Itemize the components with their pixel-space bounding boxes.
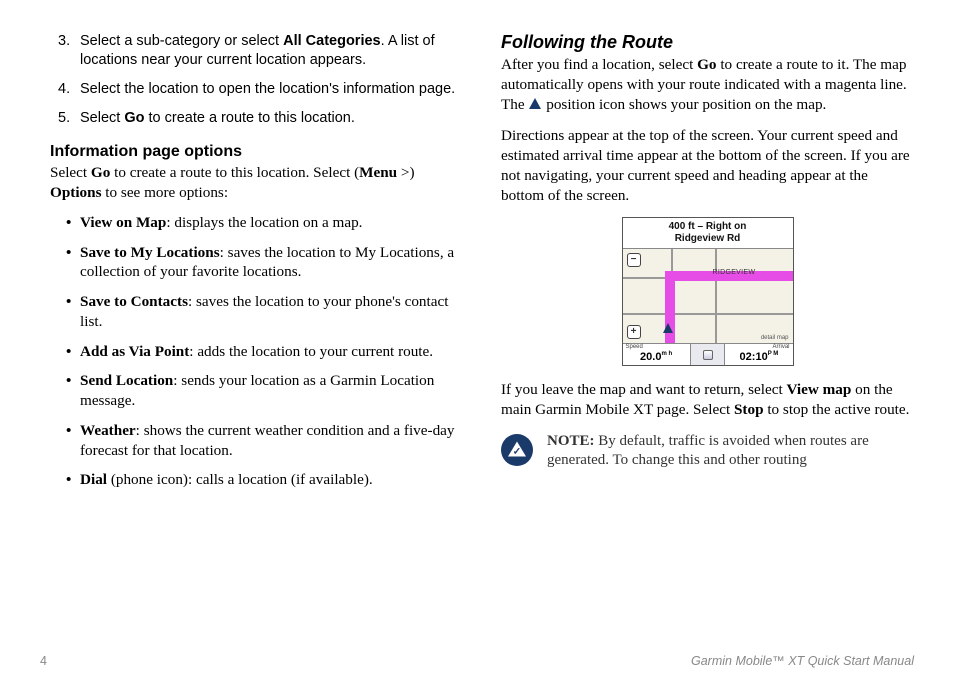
speed-label: Speed [626, 344, 643, 350]
step-5: 5. Select Go to create a route to this l… [58, 109, 463, 128]
opt-t: : shows the current weather condition an… [80, 422, 455, 459]
note-body: By default, traffic is avoided when rout… [547, 433, 869, 469]
map-direction-line2: Ridgeview Rd [625, 233, 791, 245]
v: 20.0 [640, 351, 661, 363]
speed-value: 20.0m h [623, 351, 690, 363]
step-3: 3. Select a sub-category or select All C… [58, 32, 463, 70]
opt-b: Dial [80, 471, 107, 488]
street-label-ridgeview: RIDGEVIEW [713, 269, 756, 276]
t: >) [397, 164, 414, 181]
bold-go: Go [91, 164, 110, 181]
step-text: Select a sub-category or select [80, 33, 283, 49]
road-line [715, 249, 717, 343]
arrival-unit: P M [768, 351, 779, 357]
step-bold: Go [124, 110, 144, 126]
page-content: 3. Select a sub-category or select All C… [0, 0, 954, 654]
steps-list: 3. Select a sub-category or select All C… [50, 32, 463, 127]
page-footer: 4 Garmin Mobile™ XT Quick Start Manual [40, 654, 914, 668]
speed-cell: Speed 20.0m h [623, 344, 691, 365]
step-number: 4. [58, 80, 70, 99]
info-page-options-heading: Information page options [50, 143, 463, 161]
map-figure: 400 ft – Right on Ridgeview Rd RIDGEVIEW… [501, 217, 914, 366]
bold-options: Options [50, 184, 102, 201]
position-marker-icon [663, 323, 673, 333]
t: Select [50, 164, 91, 181]
page-number: 4 [40, 654, 47, 668]
arrival-cell: Arrival 02:10P M [725, 344, 792, 365]
road-line [623, 313, 793, 315]
follow-route-p2: Directions appear at the top of the scre… [501, 126, 914, 205]
following-route-heading: Following the Route [501, 32, 914, 53]
map-canvas: RIDGEVIEW − + detail map [623, 249, 793, 343]
v: 02:10 [740, 351, 768, 363]
left-column: 3. Select a sub-category or select All C… [50, 32, 463, 634]
opt-b: Add as Via Point [80, 343, 189, 360]
step-text-post: to create a route to this location. [144, 110, 354, 126]
speed-unit: m h [661, 351, 672, 357]
bold-view-map: View map [787, 381, 852, 398]
option-save-my-locations: Save to My Locations: saves the location… [66, 243, 463, 283]
opt-b: View on Map [80, 214, 166, 231]
option-send-location: Send Location: sends your location as a … [66, 371, 463, 411]
opt-t: (phone icon): calls a location (if avail… [107, 471, 373, 488]
zoom-in-button[interactable]: + [627, 325, 641, 339]
arrival-value: 02:10P M [725, 351, 792, 363]
option-view-on-map: View on Map: displays the location on a … [66, 213, 463, 233]
map-direction-banner: 400 ft – Right on Ridgeview Rd [623, 218, 793, 249]
map-screenshot: 400 ft – Right on Ridgeview Rd RIDGEVIEW… [622, 217, 794, 366]
route-segment [665, 277, 675, 343]
map-status-bar: Speed 20.0m h Arrival 02:10P M [623, 343, 793, 365]
bold-stop: Stop [734, 401, 764, 418]
map-direction-line1: 400 ft – Right on [625, 221, 791, 233]
t: to see more options: [102, 184, 229, 201]
right-column: Following the Route After you find a loc… [501, 32, 914, 634]
option-add-via-point: Add as Via Point: adds the location to y… [66, 342, 463, 362]
option-weather: Weather: shows the current weather condi… [66, 421, 463, 461]
opt-b: Weather [80, 422, 136, 439]
options-list: View on Map: displays the location on a … [50, 213, 463, 490]
step-number: 5. [58, 109, 70, 128]
note-block: NOTE: By default, traffic is avoided whe… [501, 432, 914, 471]
follow-route-p1: After you find a location, select Go to … [501, 55, 914, 114]
step-text: Select the location to open the location… [80, 81, 455, 97]
position-icon [529, 98, 541, 109]
t: position icon shows your position on the… [542, 96, 826, 113]
opt-t: : displays the location on a map. [166, 214, 362, 231]
arrival-label: Arrival [772, 344, 789, 350]
step-text: Select [80, 110, 124, 126]
follow-route-p3: If you leave the map and want to return,… [501, 380, 914, 420]
bold-menu: Menu [359, 164, 397, 181]
zoom-out-button[interactable]: − [627, 253, 641, 267]
t: to create a route to this location. Sele… [110, 164, 359, 181]
info-intro: Select Go to create a route to this loca… [50, 163, 463, 203]
note-icon [501, 434, 533, 466]
detail-map-label: detail map [761, 335, 789, 341]
bold-go: Go [697, 56, 716, 73]
opt-b: Save to My Locations [80, 244, 220, 261]
opt-b: Send Location [80, 372, 173, 389]
center-button[interactable] [691, 344, 726, 365]
manual-title: Garmin Mobile™ XT Quick Start Manual [691, 654, 914, 668]
note-label: NOTE: [547, 433, 595, 449]
option-dial: Dial (phone icon): calls a location (if … [66, 470, 463, 490]
center-square-icon [703, 350, 713, 360]
note-text: NOTE: By default, traffic is avoided whe… [547, 432, 914, 471]
t: If you leave the map and want to return,… [501, 381, 787, 398]
opt-t: : adds the location to your current rout… [189, 343, 433, 360]
option-save-contacts: Save to Contacts: saves the location to … [66, 292, 463, 332]
opt-b: Save to Contacts [80, 293, 188, 310]
t: After you find a location, select [501, 56, 697, 73]
step-4: 4. Select the location to open the locat… [58, 80, 463, 99]
step-number: 3. [58, 32, 70, 51]
t: to stop the active route. [764, 401, 910, 418]
step-bold: All Categories [283, 33, 381, 49]
